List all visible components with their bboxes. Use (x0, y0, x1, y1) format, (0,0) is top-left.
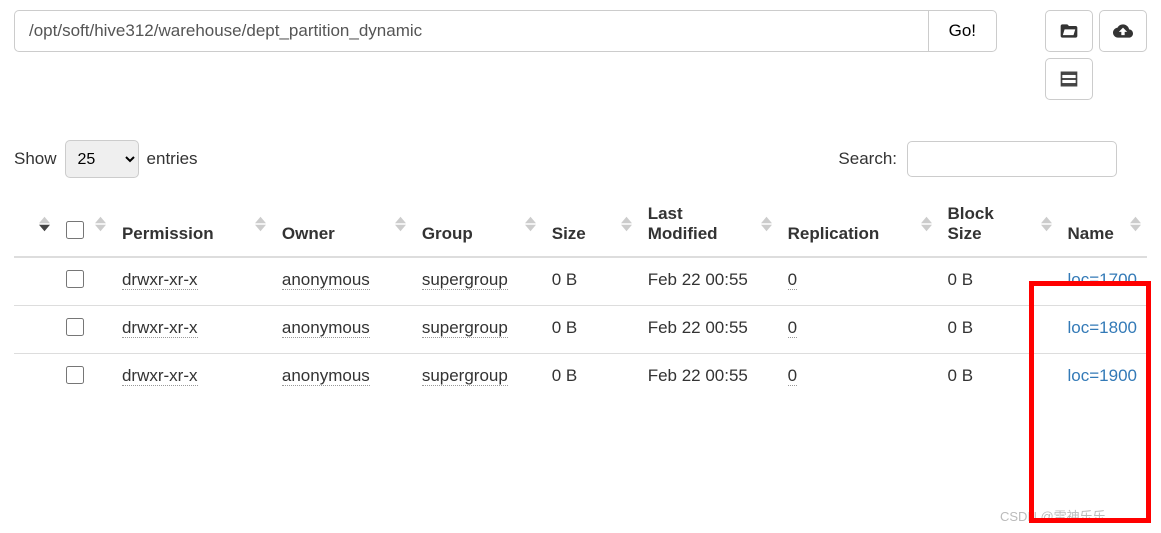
owner-value: anonymous (282, 366, 370, 386)
permission-value: drwxr-xr-x (122, 318, 198, 338)
name-link[interactable]: loc=1900 (1068, 366, 1137, 385)
last-modified-value: Feb 22 00:55 (638, 257, 778, 306)
block-size-value: 0 B (938, 257, 1058, 306)
last-modified-value: Feb 22 00:55 (638, 354, 778, 402)
column-permission[interactable]: Permission (112, 192, 272, 257)
table-row: drwxr-xr-xanonymoussupergroup0 BFeb 22 0… (14, 257, 1147, 306)
block-size-value: 0 B (938, 354, 1058, 402)
owner-value: anonymous (282, 270, 370, 290)
row-checkbox[interactable] (66, 270, 84, 288)
watermark: CSDN @雷神乐乐 (1000, 506, 1106, 525)
last-modified-value: Feb 22 00:55 (638, 306, 778, 354)
table-row: drwxr-xr-xanonymoussupergroup0 BFeb 22 0… (14, 354, 1147, 402)
replication-value: 0 (788, 318, 797, 338)
entries-label: entries (147, 149, 198, 169)
column-name[interactable]: Name (1058, 192, 1147, 257)
permission-value: drwxr-xr-x (122, 270, 198, 290)
permission-value: drwxr-xr-x (122, 366, 198, 386)
search-label: Search: (838, 149, 897, 169)
open-folder-button[interactable] (1045, 10, 1093, 52)
file-table: Permission Owner Group Size Last Modifie… (14, 192, 1147, 401)
entries-select[interactable]: 25 (65, 140, 139, 178)
column-size[interactable]: Size (542, 192, 638, 257)
column-checkbox[interactable] (56, 192, 112, 257)
column-sort-spacer[interactable] (14, 192, 56, 257)
select-all-checkbox[interactable] (66, 221, 84, 239)
cloud-upload-icon (1113, 21, 1133, 41)
search-input[interactable] (907, 141, 1117, 177)
size-value: 0 B (542, 257, 638, 306)
upload-button[interactable] (1099, 10, 1147, 52)
owner-value: anonymous (282, 318, 370, 338)
group-value: supergroup (422, 366, 508, 386)
go-button[interactable]: Go! (928, 10, 997, 52)
row-checkbox[interactable] (66, 318, 84, 336)
replication-value: 0 (788, 270, 797, 290)
size-value: 0 B (542, 354, 638, 402)
show-label: Show (14, 149, 57, 169)
list-icon (1059, 69, 1079, 89)
path-input[interactable] (14, 10, 928, 52)
group-value: supergroup (422, 270, 508, 290)
column-owner[interactable]: Owner (272, 192, 412, 257)
table-row: drwxr-xr-xanonymoussupergroup0 BFeb 22 0… (14, 306, 1147, 354)
list-button[interactable] (1045, 58, 1093, 100)
block-size-value: 0 B (938, 306, 1058, 354)
size-value: 0 B (542, 306, 638, 354)
replication-value: 0 (788, 366, 797, 386)
name-link[interactable]: loc=1700 (1068, 270, 1137, 289)
column-last-modified[interactable]: Last Modified (638, 192, 778, 257)
column-group[interactable]: Group (412, 192, 542, 257)
row-checkbox[interactable] (66, 366, 84, 384)
column-block-size[interactable]: Block Size (938, 192, 1058, 257)
folder-open-icon (1059, 21, 1079, 41)
column-replication[interactable]: Replication (778, 192, 938, 257)
group-value: supergroup (422, 318, 508, 338)
name-link[interactable]: loc=1800 (1068, 318, 1137, 337)
